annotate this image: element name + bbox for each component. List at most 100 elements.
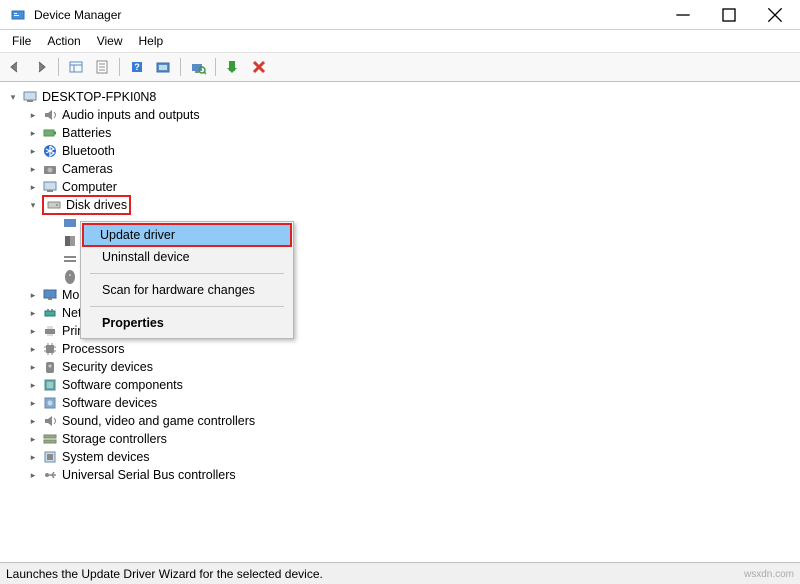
expander-icon[interactable]: ▸ [26, 432, 40, 446]
device-category-icon [42, 377, 58, 393]
scan-hardware-button[interactable] [187, 56, 209, 78]
help-button[interactable]: ? [126, 56, 148, 78]
app-icon [10, 7, 26, 23]
toolbar-separator [119, 58, 120, 76]
device-tree-panel[interactable]: ▾ DESKTOP-FPKI0N8 ▸Audio inputs and outp… [0, 82, 800, 562]
tree-node[interactable]: ▸ System devices [2, 448, 798, 466]
maximize-button[interactable] [706, 0, 752, 29]
expander-icon[interactable]: ▸ [26, 360, 40, 374]
disk-drive-icon [62, 251, 78, 267]
tree-node[interactable]: ▾Disk drives [2, 196, 798, 214]
statusbar-text: Launches the Update Driver Wizard for th… [6, 567, 323, 581]
toolbar-separator [58, 58, 59, 76]
expander-spacer [46, 252, 60, 266]
properties-button[interactable] [91, 56, 113, 78]
tree-node[interactable]: ▸ Software components [2, 376, 798, 394]
expander-spacer [46, 270, 60, 284]
ctx-item-label: Properties [102, 316, 164, 330]
computer-icon [22, 89, 38, 105]
back-button[interactable] [4, 56, 26, 78]
tree-node[interactable]: ▸Batteries [2, 124, 798, 142]
toolbar: ? [0, 52, 800, 82]
expander-icon[interactable]: ▾ [26, 198, 40, 212]
expander-icon[interactable]: ▸ [26, 414, 40, 428]
menu-help[interactable]: Help [131, 32, 172, 50]
device-category-icon [42, 359, 58, 375]
device-category-icon [42, 323, 58, 339]
tree-node-label: Processors [62, 342, 125, 356]
svg-text:?: ? [134, 62, 140, 72]
close-button[interactable] [752, 0, 798, 29]
tree-node[interactable]: ▸Computer [2, 178, 798, 196]
tree-node-label: Cameras [62, 162, 113, 176]
expander-icon[interactable]: ▸ [26, 378, 40, 392]
statusbar: Launches the Update Driver Wizard for th… [0, 562, 800, 584]
tree-node[interactable]: ▸ Storage controllers [2, 430, 798, 448]
expander-icon[interactable]: ▸ [26, 342, 40, 356]
menu-file[interactable]: File [4, 32, 39, 50]
tree-node[interactable]: ▸ Processors [2, 340, 798, 358]
device-category-icon [42, 467, 58, 483]
uninstall-button[interactable] [248, 56, 270, 78]
device-category-icon [42, 395, 58, 411]
device-category-icon [42, 449, 58, 465]
expander-icon[interactable]: ▸ [26, 468, 40, 482]
window-controls [660, 0, 798, 29]
device-category-icon [42, 125, 58, 141]
action-button[interactable] [152, 56, 174, 78]
expander-icon[interactable]: ▸ [26, 450, 40, 464]
ctx-item-label: Update driver [100, 228, 175, 242]
context-menu: Update driver Uninstall device Scan for … [80, 221, 294, 339]
menu-view[interactable]: View [89, 32, 131, 50]
expander-icon[interactable]: ▸ [26, 306, 40, 320]
ctx-update-driver[interactable]: Update driver [82, 223, 292, 247]
update-driver-toolbar-button[interactable] [222, 56, 244, 78]
minimize-button[interactable] [660, 0, 706, 29]
expander-icon[interactable]: ▸ [26, 396, 40, 410]
expander-icon[interactable]: ▸ [26, 288, 40, 302]
tree-node[interactable]: ▸Sound, video and game controllers [2, 412, 798, 430]
tree-node[interactable]: ▸Audio inputs and outputs [2, 106, 798, 124]
ctx-scan-hardware[interactable]: Scan for hardware changes [84, 278, 290, 302]
tree-root-label: DESKTOP-FPKI0N8 [42, 90, 156, 104]
menubar: File Action View Help [0, 30, 800, 52]
disk-drive-icon [62, 215, 78, 231]
ctx-properties[interactable]: Properties [84, 311, 290, 335]
device-category-icon [42, 431, 58, 447]
tree-node[interactable]: ▸ Universal Serial Bus controllers [2, 466, 798, 484]
tree-node-label: System devices [62, 450, 150, 464]
ctx-uninstall-device[interactable]: Uninstall device [84, 245, 290, 269]
device-category-icon [46, 197, 62, 213]
expander-icon[interactable]: ▸ [26, 180, 40, 194]
show-hide-console-button[interactable] [65, 56, 87, 78]
tree-node-label: Software devices [62, 396, 157, 410]
tree-node-label: Software components [62, 378, 183, 392]
disk-drive-icon [62, 233, 78, 249]
tree-node[interactable]: ▸Bluetooth [2, 142, 798, 160]
expander-icon[interactable]: ▸ [26, 162, 40, 176]
expander-icon[interactable]: ▸ [26, 324, 40, 338]
tree-node[interactable]: ▸ Cameras [2, 160, 798, 178]
tree-root[interactable]: ▾ DESKTOP-FPKI0N8 [2, 88, 798, 106]
forward-button[interactable] [30, 56, 52, 78]
device-category-icon [42, 287, 58, 303]
toolbar-separator [215, 58, 216, 76]
tree-node-label: Storage controllers [62, 432, 167, 446]
tree-node[interactable]: ▸Security devices [2, 358, 798, 376]
menu-action[interactable]: Action [39, 32, 88, 50]
tree-node[interactable]: ▸ Software devices [2, 394, 798, 412]
device-category-icon [42, 161, 58, 177]
window-title: Device Manager [34, 8, 660, 22]
ctx-separator [90, 306, 284, 307]
expander-spacer [46, 216, 60, 230]
expander-icon[interactable]: ▸ [26, 144, 40, 158]
expander-icon[interactable]: ▾ [6, 90, 20, 104]
ctx-separator [90, 273, 284, 274]
device-category-icon [42, 179, 58, 195]
toolbar-separator [180, 58, 181, 76]
device-category-icon [42, 107, 58, 123]
expander-icon[interactable]: ▸ [26, 108, 40, 122]
expander-icon[interactable]: ▸ [26, 126, 40, 140]
ctx-item-label: Scan for hardware changes [102, 283, 255, 297]
tree-node-label: Universal Serial Bus controllers [62, 468, 236, 482]
